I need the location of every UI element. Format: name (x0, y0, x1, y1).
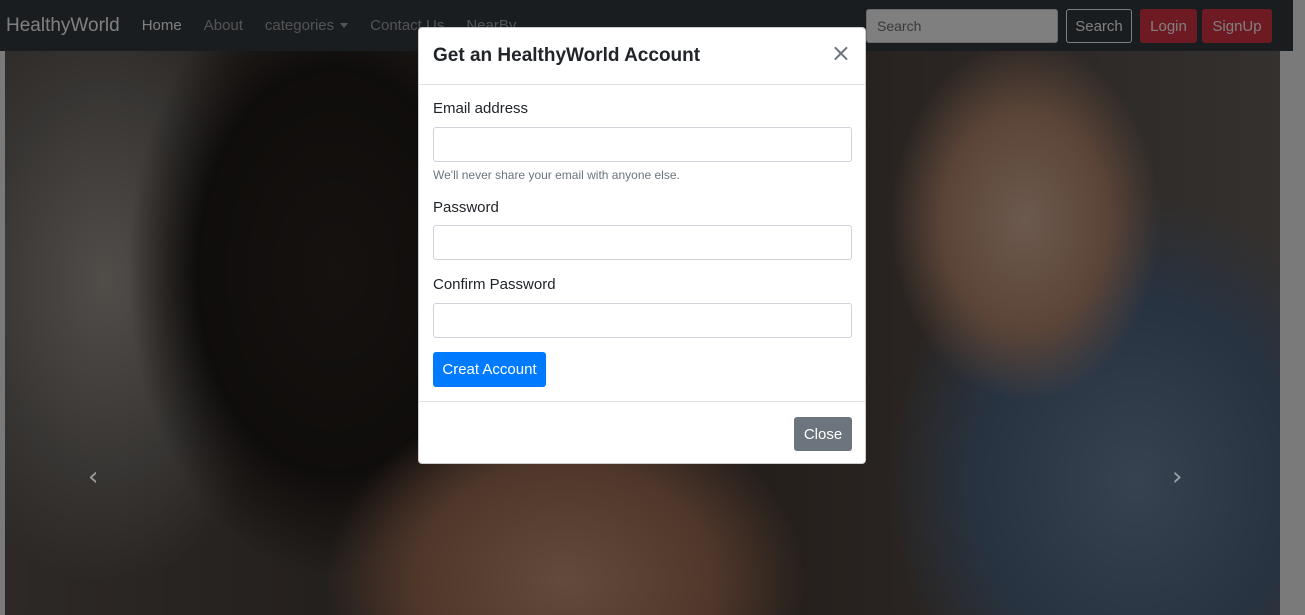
modal-footer: Close (419, 401, 865, 464)
password-field[interactable] (433, 225, 852, 260)
password-label: Password (433, 199, 499, 216)
right-edge (1280, 51, 1305, 615)
modal-title: Get an HealthyWorld Account (433, 45, 701, 66)
right-edge-top (1293, 0, 1305, 51)
signup-modal: Get an HealthyWorld Account × Email addr… (418, 27, 866, 464)
close-icon[interactable]: × (831, 41, 851, 65)
left-edge (0, 51, 5, 615)
create-account-button[interactable]: Creat Account (433, 352, 546, 387)
email-hint: We'll never share your email with anyone… (433, 168, 680, 182)
page: HealthyWorld Home About categories Conta… (0, 0, 1305, 615)
confirm-password-label: Confirm Password (433, 276, 556, 293)
chevron-right-icon[interactable]: › (1172, 462, 1182, 492)
modal-header: Get an HealthyWorld Account × (419, 28, 865, 85)
email-label: Email address (433, 100, 529, 117)
confirm-password-field[interactable] (433, 303, 852, 338)
close-button[interactable]: Close (794, 417, 852, 451)
chevron-left-icon[interactable]: ‹ (88, 462, 98, 492)
email-field[interactable] (433, 127, 852, 162)
modal-body: Email address We'll never share your ema… (419, 85, 865, 401)
